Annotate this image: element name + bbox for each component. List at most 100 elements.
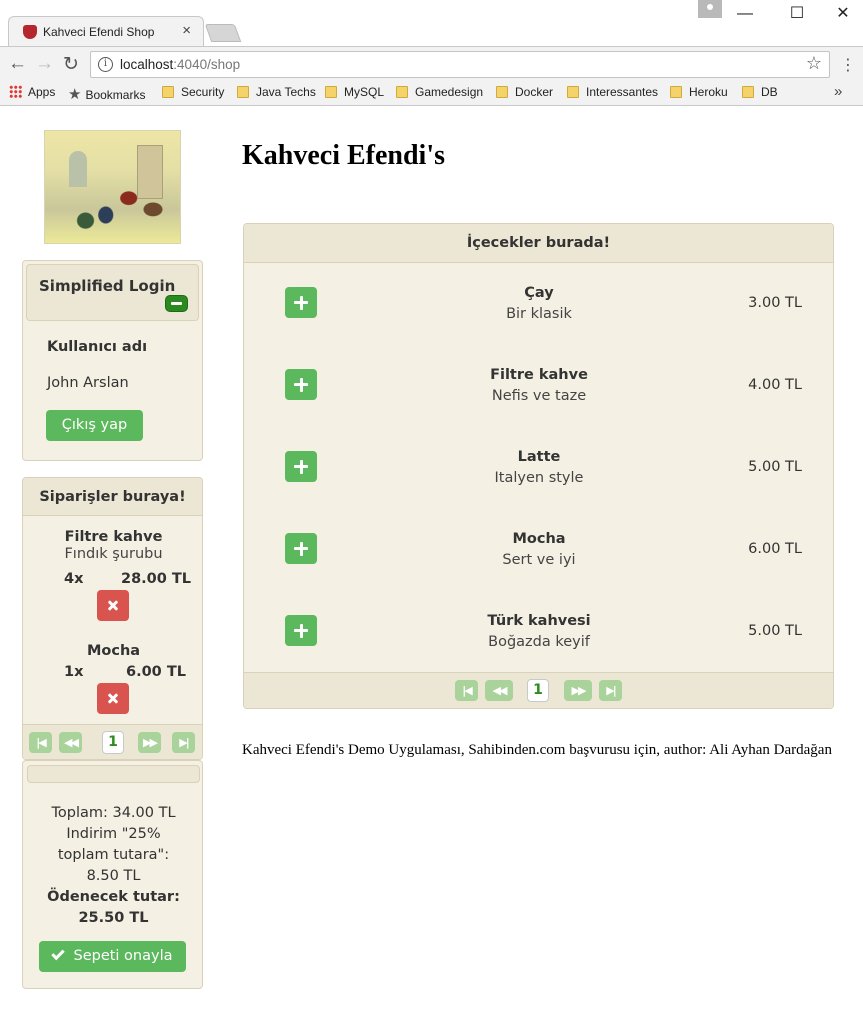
folder-icon bbox=[162, 86, 174, 98]
folder-icon bbox=[325, 86, 337, 98]
order-name: Filtre kahve bbox=[64, 529, 163, 545]
order-quantity: 4x bbox=[64, 571, 84, 587]
address-bar[interactable]: i localhost:4040/shop ☆ bbox=[90, 51, 830, 78]
menu-pager: |◀ ◀◀ 1 ▶▶ ▶| bbox=[244, 672, 833, 708]
folder-icon bbox=[496, 86, 508, 98]
info-icon[interactable]: i bbox=[98, 57, 113, 72]
add-to-cart-button[interactable] bbox=[285, 287, 317, 318]
bookmark-security[interactable]: Security bbox=[162, 85, 224, 99]
reload-icon[interactable]: ↻ bbox=[63, 53, 79, 76]
bookmark-apps[interactable]: Apps bbox=[9, 85, 55, 99]
profile-icon[interactable] bbox=[698, 0, 722, 18]
order-item: Mocha bbox=[23, 643, 204, 659]
bookmark-db[interactable]: DB bbox=[742, 85, 778, 99]
totals-summary: Toplam: 34.00 TL Indirim "25% toplam tut… bbox=[23, 803, 204, 929]
payable-label: Ödenecek tutar: bbox=[47, 889, 180, 905]
folder-icon bbox=[567, 86, 579, 98]
bookmark-heroku[interactable]: Heroku bbox=[670, 85, 728, 99]
prev-page-icon[interactable]: ◀◀ bbox=[59, 732, 82, 753]
login-header: Simplified Login bbox=[26, 264, 199, 321]
item-description: Sert ve iyi bbox=[502, 552, 576, 568]
back-arrow-icon[interactable]: ← bbox=[8, 53, 27, 75]
star-icon: ★ bbox=[68, 86, 82, 103]
bookmark-label: Java Techs bbox=[256, 85, 316, 99]
order-item: Filtre kahve Fındık şurubu bbox=[23, 529, 204, 562]
maximize-button[interactable]: ☐ bbox=[774, 2, 820, 26]
bookmark-bookmarks[interactable]: ★ Bookmarks bbox=[68, 85, 145, 103]
total-amount: Toplam: 34.00 TL bbox=[51, 805, 176, 821]
order-name: Mocha bbox=[86, 643, 141, 659]
bookmark-label: Gamedesign bbox=[415, 85, 484, 99]
forward-arrow-icon[interactable]: → bbox=[35, 53, 54, 75]
tab-title: Kahveci Efendi Shop bbox=[43, 25, 155, 39]
order-price: 6.00 TL bbox=[126, 664, 186, 680]
last-page-icon[interactable]: ▶| bbox=[599, 680, 622, 701]
item-price: 5.00 TL bbox=[748, 623, 802, 639]
drinks-menu-header: İçecekler burada! bbox=[244, 224, 833, 263]
bookmark-label: Docker bbox=[515, 85, 554, 99]
bookmark-docker[interactable]: Docker bbox=[496, 85, 553, 99]
item-price: 3.00 TL bbox=[748, 295, 802, 311]
footer-text: Kahveci Efendi's Demo Uygulaması, Sahibi… bbox=[242, 742, 832, 758]
first-page-icon[interactable]: |◀ bbox=[455, 680, 478, 701]
prev-page-icon[interactable]: ◀◀ bbox=[485, 680, 513, 701]
item-name: Çay bbox=[524, 285, 554, 301]
menu-item: Çay Bir klasik 3.00 TL bbox=[244, 263, 835, 345]
coffeehouse-illustration bbox=[44, 130, 181, 244]
bookmark-label: Security bbox=[181, 85, 225, 99]
current-page[interactable]: 1 bbox=[527, 679, 549, 702]
remove-order-button[interactable] bbox=[97, 590, 129, 621]
tab-close-icon[interactable]: × bbox=[182, 22, 191, 39]
menu-item: Türk kahvesi Boğazda keyif 5.00 TL bbox=[244, 591, 835, 673]
new-tab-button[interactable] bbox=[204, 24, 242, 42]
shield-favicon-icon bbox=[23, 25, 37, 39]
confirm-cart-button[interactable]: Sepeti onayla bbox=[39, 941, 186, 972]
item-name: Türk kahvesi bbox=[487, 613, 591, 629]
next-page-icon[interactable]: ▶▶ bbox=[564, 680, 592, 701]
browser-toolbar: ← → ↻ i localhost:4040/shop ☆ ⋮ bbox=[0, 46, 863, 82]
add-to-cart-button[interactable] bbox=[285, 451, 317, 482]
last-page-icon[interactable]: ▶| bbox=[172, 732, 195, 753]
page-title: Kahveci Efendi's bbox=[242, 140, 446, 171]
menu-item: Filtre kahve Nefis ve taze 4.00 TL bbox=[244, 345, 835, 427]
url-text: localhost:4040/shop bbox=[120, 57, 240, 72]
item-name: Filtre kahve bbox=[490, 367, 588, 383]
orders-header: Siparişler buraya! bbox=[23, 478, 202, 516]
bookmarks-more-icon[interactable]: » bbox=[834, 83, 842, 100]
orders-pager: |◀ ◀◀ 1 ▶▶ ▶| bbox=[23, 724, 202, 759]
browser-tab[interactable]: Kahveci Efendi Shop × bbox=[8, 16, 204, 46]
bookmark-mysql[interactable]: MySQL bbox=[325, 85, 384, 99]
login-title: Simplified Login bbox=[39, 277, 176, 295]
item-description: Boğazda keyif bbox=[488, 634, 590, 650]
logout-button[interactable]: Çıkış yap bbox=[46, 410, 143, 441]
bookmark-java-techs[interactable]: Java Techs bbox=[237, 85, 316, 99]
order-quantity: 1x bbox=[64, 664, 84, 680]
item-description: Italyen style bbox=[494, 470, 584, 486]
order-price: 28.00 TL bbox=[121, 571, 192, 587]
bookmark-interessantes[interactable]: Interessantes bbox=[567, 85, 658, 99]
add-to-cart-button[interactable] bbox=[285, 369, 317, 400]
browser-titlebar: Kahveci Efendi Shop × — ☐ ✕ bbox=[0, 0, 863, 46]
first-page-icon[interactable]: |◀ bbox=[29, 732, 52, 753]
add-to-cart-button[interactable] bbox=[285, 533, 317, 564]
item-description: Nefis ve taze bbox=[491, 388, 587, 404]
item-price: 5.00 TL bbox=[748, 459, 802, 475]
collapse-minus-icon[interactable] bbox=[165, 295, 188, 312]
remove-order-button[interactable] bbox=[97, 683, 129, 714]
item-name: Mocha bbox=[512, 531, 566, 547]
discount-text: Indirim "25% toplam tutara": 8.50 TL bbox=[57, 826, 170, 884]
check-icon bbox=[51, 946, 66, 961]
browser-menu-icon[interactable]: ⋮ bbox=[840, 55, 856, 75]
current-page[interactable]: 1 bbox=[102, 731, 124, 754]
menu-item: Mocha Sert ve iyi 6.00 TL bbox=[244, 509, 835, 591]
bookmark-label: DB bbox=[761, 85, 778, 99]
totals-header-bar bbox=[27, 765, 200, 783]
login-panel: Simplified Login Kullanıcı adı John Arsl… bbox=[22, 260, 203, 461]
add-to-cart-button[interactable] bbox=[285, 615, 317, 646]
bookmark-star-icon[interactable]: ☆ bbox=[806, 53, 822, 74]
minimize-button[interactable]: — bbox=[722, 2, 768, 26]
next-page-icon[interactable]: ▶▶ bbox=[138, 732, 161, 753]
folder-icon bbox=[237, 86, 249, 98]
close-window-button[interactable]: ✕ bbox=[820, 2, 863, 26]
bookmark-gamedesign[interactable]: Gamedesign bbox=[396, 85, 483, 99]
